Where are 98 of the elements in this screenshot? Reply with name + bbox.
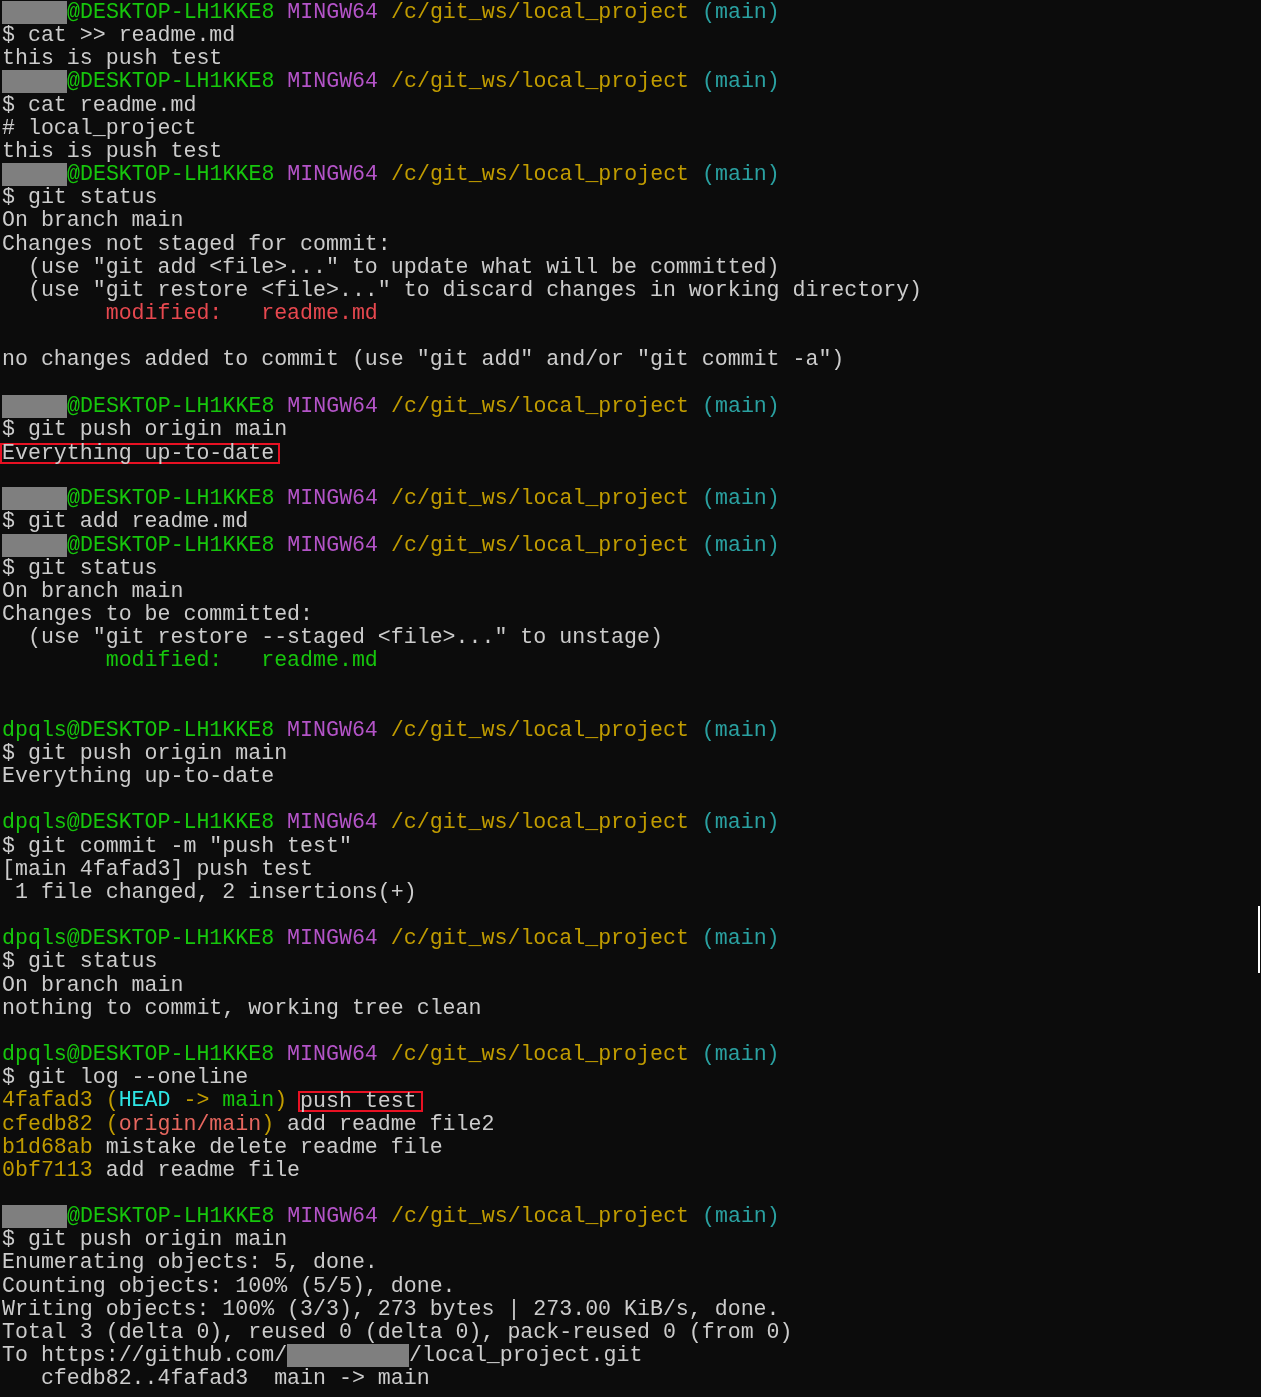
output-text: On branch main xyxy=(2,973,184,997)
commit-message: mistake delete readme file xyxy=(104,1135,443,1159)
prompt-system: MINGW64 xyxy=(287,162,379,187)
commit-hash: 4fafad3 xyxy=(2,1089,93,1113)
prompt-user-host: @DESKTOP-LH1KKE8 xyxy=(67,162,275,187)
prompt-user-host: dpqls@DESKTOP-LH1KKE8 xyxy=(2,717,275,742)
prompt-branch: (main) xyxy=(701,810,780,835)
output-text: /local_project.git xyxy=(409,1344,643,1368)
output-text: # local_project xyxy=(2,116,197,140)
command-text: $ git status xyxy=(2,950,158,974)
prompt-branch: (main) xyxy=(701,717,780,742)
ref-name: origin/main xyxy=(118,1112,262,1136)
prompt-branch: (main) xyxy=(702,69,780,94)
ref-punctuation: ( xyxy=(104,1089,119,1113)
prompt-path: /c/git_ws/local_project xyxy=(391,393,690,418)
prompt-system: MINGW64 xyxy=(287,1042,378,1067)
prompt-path: /c/git_ws/local_project xyxy=(390,1042,689,1067)
prompt-system: MINGW64 xyxy=(287,810,378,835)
output-text: (use "git restore --staged <file>..." to unstage) xyxy=(26,626,663,650)
commit-hash: cfedb82 xyxy=(2,1112,93,1136)
highlighted-text: push test xyxy=(298,1091,423,1113)
output-text: no changes added to commit (use "git add" and/or "git commit -a") xyxy=(2,348,845,372)
command-text: $ git push origin main xyxy=(2,417,288,441)
output-text: modified: readme.md xyxy=(104,302,378,326)
scrollbar-thumb[interactable] xyxy=(1258,906,1260,973)
command-text: $ git commit -m "push test" xyxy=(2,834,352,858)
prompt-branch: (main) xyxy=(702,393,780,418)
prompt-system: MINGW64 xyxy=(287,69,379,94)
prompt-user-host: @DESKTOP-LH1KKE8 xyxy=(67,393,275,418)
output-text: On branch main xyxy=(2,209,184,233)
prompt-user-host: @DESKTOP-LH1KKE8 xyxy=(67,0,275,24)
prompt-user-host: @DESKTOP-LH1KKE8 xyxy=(67,486,275,511)
output-text: this is push test xyxy=(2,47,223,71)
prompt-branch: (main) xyxy=(702,532,780,557)
output-text: Changes not staged for commit: xyxy=(2,232,391,256)
output-text: Changes to be committed: xyxy=(2,603,313,627)
prompt-system: MINGW64 xyxy=(287,926,378,951)
command-text: $ git log --oneline xyxy=(2,1066,249,1090)
prompt-user-host: @DESKTOP-LH1KKE8 xyxy=(67,532,275,557)
output-text: Writing objects: 100% (3/3), 273 bytes | 273.00 KiB/s, done. xyxy=(2,1297,780,1321)
prompt-path: /c/git_ws/local_project xyxy=(390,717,689,742)
prompt-system: MINGW64 xyxy=(287,393,379,418)
output-text: Enumerating objects: 5, done. xyxy=(2,1251,378,1275)
prompt-path: /c/git_ws/local_project xyxy=(390,926,689,951)
output-text: modified: readme.md xyxy=(104,649,378,673)
prompt-branch: (main) xyxy=(701,1042,780,1067)
output-text: this is push test xyxy=(2,139,223,163)
command-text: $ git status xyxy=(2,556,158,580)
highlighted-text: Everything up-to-date xyxy=(0,442,281,464)
prompt-path: /c/git_ws/local_project xyxy=(390,810,689,835)
command-text: $ cat readme.md xyxy=(2,93,197,117)
prompt-user-host: @DESKTOP-LH1KKE8 xyxy=(67,69,275,94)
output-text: (use "git restore <file>..." to discard changes in working directory) xyxy=(26,278,923,302)
prompt-path: /c/git_ws/local_project xyxy=(391,1204,690,1229)
prompt-branch: (main) xyxy=(702,486,780,511)
prompt-path: /c/git_ws/local_project xyxy=(391,532,690,557)
prompt-system: MINGW64 xyxy=(287,1204,379,1229)
prompt-branch: (main) xyxy=(702,162,780,187)
command-text: $ git push origin main xyxy=(2,1228,288,1252)
prompt-user-host: @DESKTOP-LH1KKE8 xyxy=(67,1204,275,1229)
ref-punctuation: ) xyxy=(261,1112,275,1136)
prompt-path: /c/git_ws/local_project xyxy=(391,0,690,24)
output-text: Everything up-to-date xyxy=(2,765,275,789)
prompt-system: MINGW64 xyxy=(287,532,379,557)
prompt-system: MINGW64 xyxy=(287,0,379,24)
output-text: Total 3 (delta 0), reused 0 (delta 0), pack-reused 0 (from 0) xyxy=(2,1320,793,1344)
prompt-path: /c/git_ws/local_project xyxy=(391,69,690,94)
ref-punctuation: ) xyxy=(274,1089,288,1113)
output-text: cfedb82..4fafad3 main -> main xyxy=(39,1367,430,1391)
prompt-branch: (main) xyxy=(701,926,780,951)
prompt-system: MINGW64 xyxy=(287,486,379,511)
command-text: $ git status xyxy=(2,186,158,210)
output-text: 1 file changed, 2 insertions(+) xyxy=(14,880,417,904)
command-text: $ git push origin main xyxy=(2,742,288,765)
command-text: $ git add readme.md xyxy=(2,510,249,534)
output-text: To https://github.com/ xyxy=(2,1344,288,1368)
prompt-path: /c/git_ws/local_project xyxy=(391,162,690,187)
prompt-system: MINGW64 xyxy=(287,717,378,742)
prompt-user-host: dpqls@DESKTOP-LH1KKE8 xyxy=(2,926,275,951)
output-text: [main 4fafad3] push test xyxy=(2,857,313,881)
ref-punctuation: -> xyxy=(182,1089,211,1113)
prompt-path: /c/git_ws/local_project xyxy=(391,486,690,511)
ref-punctuation: ( xyxy=(104,1112,119,1136)
ref-name: HEAD xyxy=(118,1089,171,1113)
output-text: Counting objects: 100% (5/5), done. xyxy=(2,1274,456,1298)
output-text: (use "git add <file>..." to update what will be committed) xyxy=(27,255,780,279)
commit-message: add readme file2 xyxy=(286,1112,495,1136)
prompt-user-host: dpqls@DESKTOP-LH1KKE8 xyxy=(2,1042,275,1067)
prompt-user-host: dpqls@DESKTOP-LH1KKE8 xyxy=(2,810,275,835)
command-text: $ cat >> readme.md xyxy=(2,24,236,48)
prompt-branch: (main) xyxy=(702,1204,780,1229)
output-text: On branch main xyxy=(2,579,184,603)
ref-name: main xyxy=(222,1089,275,1113)
commit-message: add readme file xyxy=(104,1158,301,1182)
commit-hash: 0bf7113 xyxy=(2,1158,93,1182)
prompt-branch: (main) xyxy=(702,0,780,24)
output-text: nothing to commit, working tree clean xyxy=(2,996,482,1020)
commit-hash: b1d68ab xyxy=(2,1135,93,1159)
